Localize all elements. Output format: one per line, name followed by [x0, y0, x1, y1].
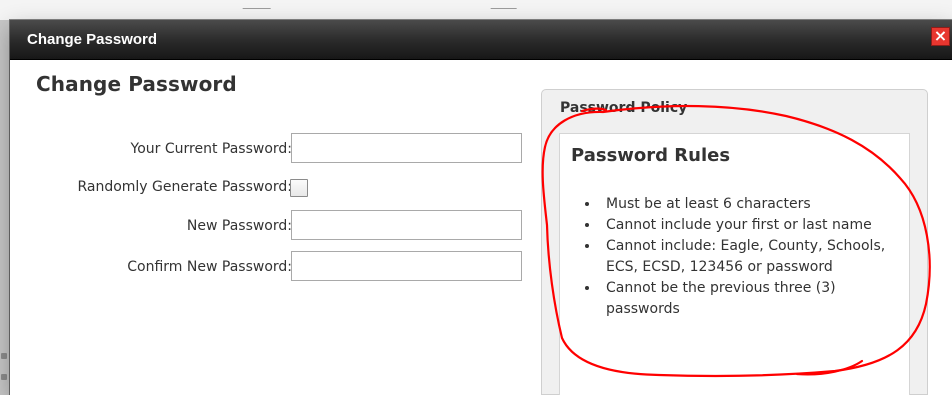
dialog-content: Change Password Your Current Password: R… — [10, 60, 952, 395]
password-rules-box: Password Rules Must be at least 6 charac… — [559, 133, 910, 395]
close-icon: × — [933, 26, 948, 45]
password-rule-item: Cannot include: Eagle, County, Schools, … — [600, 236, 906, 278]
confirm-password-label: Confirm New Password: — [127, 259, 292, 275]
confirm-password-row: Confirm New Password: — [10, 251, 540, 285]
new-password-label: New Password: — [186, 218, 292, 234]
current-password-row: Your Current Password: — [10, 133, 540, 167]
random-password-row: Randomly Generate Password: — [10, 171, 540, 205]
background-page-strip — [0, 0, 952, 20]
dialog-titlebar: Change Password × — [10, 20, 952, 60]
change-password-heading: Change Password — [36, 72, 237, 96]
random-password-checkbox[interactable] — [290, 179, 308, 197]
new-password-row: New Password: — [10, 210, 540, 244]
password-rule-item: Cannot be the previous three (3) passwor… — [600, 278, 906, 320]
new-password-input[interactable] — [291, 210, 522, 240]
random-password-label: Randomly Generate Password: — [77, 179, 292, 195]
background-page-edge — [0, 20, 10, 395]
confirm-password-input[interactable] — [291, 251, 522, 281]
password-rule-item: Cannot include your first or last name — [600, 215, 906, 236]
dialog-title: Change Password — [27, 31, 158, 48]
background-page-mark — [1, 353, 7, 359]
close-button[interactable]: × — [931, 27, 950, 46]
password-policy-panel: Password Policy Password Rules Must be a… — [541, 89, 928, 395]
background-fragment — [490, 0, 522, 9]
current-password-input[interactable] — [291, 133, 522, 163]
password-policy-header: Password Policy — [560, 100, 688, 116]
background-fragment — [242, 0, 276, 9]
password-rule-item: Must be at least 6 characters — [600, 194, 906, 215]
background-page-mark — [1, 374, 7, 380]
current-password-label: Your Current Password: — [130, 141, 292, 157]
change-password-dialog: Change Password × Change Password Your C… — [10, 20, 952, 395]
password-rules-title: Password Rules — [571, 145, 731, 166]
password-rules-list: Must be at least 6 characters Cannot inc… — [587, 194, 906, 320]
